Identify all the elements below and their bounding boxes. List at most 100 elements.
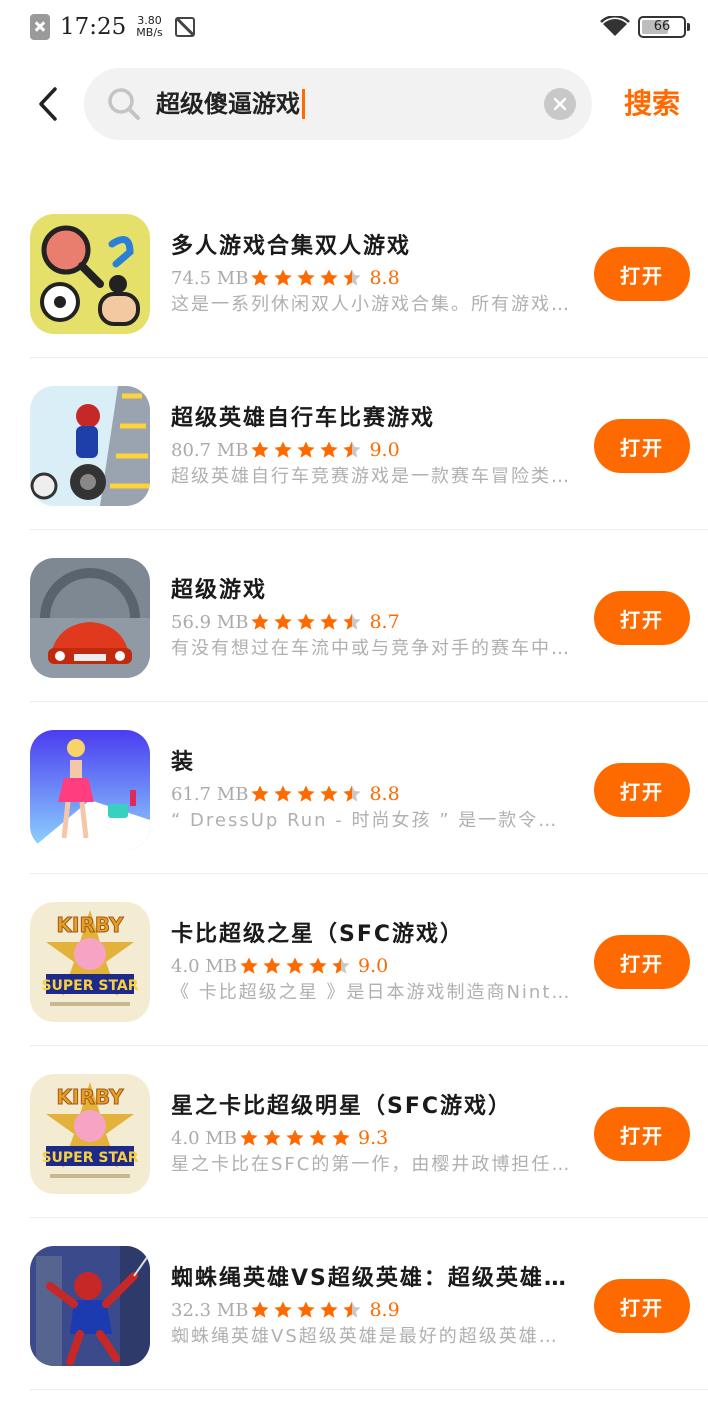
rating-star-icon: [296, 440, 319, 460]
open-button[interactable]: 打开: [594, 1107, 690, 1161]
rating-star-icon: [296, 268, 319, 288]
app-rating: 9.0: [369, 439, 400, 461]
search-button[interactable]: 搜索: [624, 84, 680, 124]
app-description: 这是一系列休闲双人小游戏合集。所有游戏都可以两人同时在一台设备上玩。: [171, 294, 571, 315]
rating-star-icon: [250, 268, 273, 288]
rating-star-icon: [273, 612, 296, 632]
rating-stars: [250, 784, 365, 804]
svg-text:KIRBY: KIRBY: [57, 913, 124, 937]
app-description: 《 卡比超级之星 》是日本游戏制造商Nintendo发行的游戏。: [171, 982, 571, 1003]
app-rating: 8.8: [369, 783, 400, 805]
app-title[interactable]: 装: [171, 746, 571, 780]
open-button[interactable]: 打开: [594, 591, 690, 645]
rating-star-icon: [285, 956, 308, 976]
app-title[interactable]: 超级游戏: [171, 574, 571, 608]
spider-hero-icon[interactable]: [30, 1246, 150, 1366]
rating-star-icon: [319, 1300, 342, 1320]
sim-off-icon: [30, 14, 50, 40]
result-item[interactable]: 多人游戏合集双人游戏 74.5 MB 8.8 这是一系列休闲双人小游戏合集。所有游戏都…: [30, 186, 708, 358]
wifi-icon: [600, 16, 630, 36]
screenshot-icon: [174, 17, 195, 37]
search-icon: [108, 88, 140, 120]
clear-button[interactable]: [544, 88, 576, 120]
rating-star-icon: [239, 956, 262, 976]
party-games-icon[interactable]: [30, 214, 150, 334]
text-caret: [302, 89, 305, 119]
result-item[interactable]: 超级英雄自行车比赛游戏 80.7 MB 9.0 超级英雄自行车竞赛游戏是一款赛车冒险类…: [30, 358, 708, 530]
app-size: 74.5 MB: [171, 267, 249, 289]
search-input[interactable]: 超级傻逼游戏: [84, 68, 592, 140]
app-meta: 4.0 MB 9.3: [171, 1124, 388, 1152]
rating-star-icon: [319, 612, 342, 632]
rating-star-icon: [273, 1300, 296, 1320]
rating-star-icon: [250, 1300, 273, 1320]
app-rating: 8.7: [369, 611, 400, 633]
app-rating: 9.3: [358, 1127, 389, 1149]
app-description: 超级英雄自行车竞赛游戏是一款赛车冒险类游戏。: [171, 466, 571, 487]
app-meta: 61.7 MB 8.8: [171, 780, 400, 808]
rating-star-icon: [273, 440, 296, 460]
sports-car-icon[interactable]: [30, 558, 150, 678]
svg-text:SUPER STAR: SUPER STAR: [41, 978, 138, 994]
rating-star-icon: [342, 268, 365, 288]
app-description: 蜘蛛绳英雄VS超级英雄是最好的超级英雄格斗游戏。: [171, 1326, 571, 1347]
open-button[interactable]: 打开: [594, 1279, 690, 1333]
result-item[interactable]: 超级游戏 56.9 MB 8.7 有没有想过在车流中或与竞争对手的赛车中飞驰？ 打开: [30, 530, 708, 702]
rating-star-icon: [342, 1300, 365, 1320]
rating-star-icon: [262, 1128, 285, 1148]
network-speed-unit: MB/s: [136, 26, 163, 39]
rating-star-icon: [342, 784, 365, 804]
app-size: 32.3 MB: [171, 1299, 249, 1321]
app-rating: 8.9: [369, 1299, 400, 1321]
kirby-super-star-icon[interactable]: KIRBY SUPER STAR: [30, 902, 150, 1022]
app-meta: 80.7 MB 9.0: [171, 436, 400, 464]
app-description: 星之卡比在SFC的第一作，由樱井政博担任总监督。: [171, 1154, 571, 1175]
open-button[interactable]: 打开: [594, 419, 690, 473]
result-item[interactable]: KIRBY SUPER STAR 星之卡比超级明星（SFC游戏） 4.0 MB 9.3 星…: [30, 1046, 708, 1218]
app-size: 80.7 MB: [171, 439, 249, 461]
search-query: 超级傻逼游戏: [156, 90, 300, 118]
rating-star-icon: [273, 268, 296, 288]
rating-star-icon: [319, 784, 342, 804]
rating-stars: [250, 1300, 365, 1320]
rating-star-icon: [342, 440, 365, 460]
battery-icon: 66: [638, 16, 690, 38]
app-title[interactable]: 星之卡比超级明星（SFC游戏）: [171, 1090, 571, 1124]
app-title[interactable]: 多人游戏合集双人游戏: [171, 230, 571, 264]
app-rating: 9.0: [358, 955, 389, 977]
rating-star-icon: [342, 612, 365, 632]
result-item[interactable]: KIRBY SUPER STAR 卡比超级之星（SFC游戏） 4.0 MB 9.0 《 卡…: [30, 874, 708, 1046]
app-title[interactable]: 蜘蛛绳英雄VS超级英雄：超级英雄格斗: [171, 1262, 571, 1296]
app-size: 4.0 MB: [171, 1127, 238, 1149]
dressup-run-icon[interactable]: [30, 730, 150, 850]
app-meta: 32.3 MB 8.9: [171, 1296, 400, 1324]
hero-bike-icon[interactable]: [30, 386, 150, 506]
app-title[interactable]: 超级英雄自行车比赛游戏: [171, 402, 571, 436]
app-size: 61.7 MB: [171, 783, 249, 805]
back-button[interactable]: [26, 80, 70, 128]
status-bar: 17:25 3.80 MB/s 66: [0, 0, 708, 56]
rating-star-icon: [262, 956, 285, 976]
result-item[interactable]: 蜘蛛绳英雄VS超级英雄：超级英雄格斗 32.3 MB 8.9 蜘蛛绳英雄VS超级英雄是…: [30, 1218, 708, 1390]
rating-star-icon: [273, 784, 296, 804]
app-title[interactable]: 卡比超级之星（SFC游戏）: [171, 918, 571, 952]
clear-icon: [553, 97, 567, 111]
rating-stars: [250, 612, 365, 632]
rating-star-icon: [319, 440, 342, 460]
app-size: 4.0 MB: [171, 955, 238, 977]
open-button[interactable]: 打开: [594, 247, 690, 301]
result-item[interactable]: 装 61.7 MB 8.8 “ DressUp Run - 时尚女孩 ” 是一款令人上…: [30, 702, 708, 874]
search-results-list: 多人游戏合集双人游戏 74.5 MB 8.8 这是一系列休闲双人小游戏合集。所有游戏都…: [0, 186, 708, 1390]
rating-star-icon: [296, 1300, 319, 1320]
open-button[interactable]: 打开: [594, 763, 690, 817]
rating-star-icon: [239, 1128, 262, 1148]
kirby-super-star-icon[interactable]: KIRBY SUPER STAR: [30, 1074, 150, 1194]
app-description: “ DressUp Run - 时尚女孩 ” 是一款令人上瘾的换装跑酷游戏。: [171, 810, 571, 831]
svg-text:KIRBY: KIRBY: [57, 1085, 124, 1109]
open-button[interactable]: 打开: [594, 935, 690, 989]
rating-star-icon: [285, 1128, 308, 1148]
rating-star-icon: [319, 268, 342, 288]
rating-stars: [239, 1128, 354, 1148]
rating-star-icon: [331, 1128, 354, 1148]
rating-star-icon: [308, 956, 331, 976]
